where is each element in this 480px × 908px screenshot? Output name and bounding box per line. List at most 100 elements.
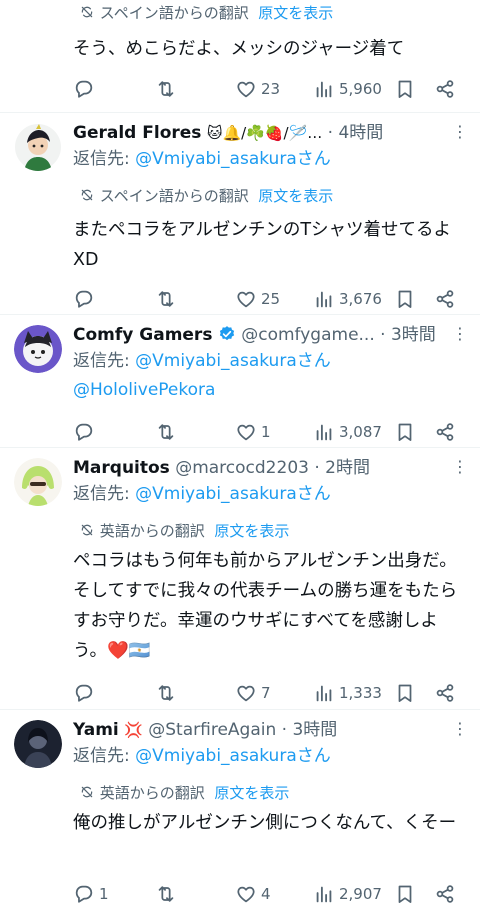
timestamp[interactable]: 3時間 [292, 720, 337, 740]
views-icon [313, 421, 335, 443]
tweet-actions: 1 4 2,907 [73, 880, 468, 908]
like-icon [235, 288, 257, 310]
tweet-text: そう、めこらだよ、メッシのジャージ着て [73, 39, 405, 59]
views-icon [313, 682, 335, 704]
like-icon [235, 682, 257, 704]
reply-to-mention[interactable]: @Vmiyabi_asakura [135, 351, 297, 371]
views-button[interactable]: 2,907 [313, 880, 382, 908]
tweet-card[interactable]: Yami 💢 @StarfireAgain · 3時間 ⋮ 返信先: @Vmiy… [0, 710, 480, 903]
timestamp[interactable]: 3時間 [391, 325, 436, 345]
views-count: 3,676 [339, 290, 382, 308]
views-count: 5,960 [339, 80, 382, 98]
more-icon[interactable]: ⋮ [452, 323, 468, 345]
views-button[interactable]: 5,960 [313, 75, 382, 103]
avatar[interactable] [14, 720, 62, 768]
retweet-button[interactable] [155, 75, 181, 103]
display-name[interactable]: Marquitos [73, 458, 170, 478]
more-icon[interactable]: ⋮ [452, 718, 468, 740]
views-button[interactable]: 3,676 [313, 285, 382, 313]
share-icon [434, 883, 456, 905]
retweet-icon [155, 288, 177, 310]
like-button[interactable]: 1 [235, 418, 271, 446]
like-button[interactable]: 25 [235, 285, 280, 313]
reply-prefix: 返信先: [73, 351, 136, 371]
tweet-card[interactable]: Gerald Flores 🐱🔔/☘️🍓/🪡… · 4時間 ⋮ 返信先: @Vm… [0, 113, 480, 315]
translation-label: 英語からの翻訳 [99, 784, 205, 802]
handle[interactable]: @StarfireAgain [148, 720, 276, 740]
reply-button[interactable]: 1 [73, 880, 109, 908]
share-button[interactable] [434, 418, 456, 446]
display-name[interactable]: Yami [73, 720, 119, 740]
share-icon [434, 288, 456, 310]
retweet-button[interactable] [155, 679, 181, 707]
tweet-card[interactable]: Comfy Gamers @comfygame... · 3時間 ⋮ 返信先: … [0, 315, 480, 448]
like-button[interactable]: 4 [235, 880, 271, 908]
tweet-actions: 1 3,087 [73, 418, 468, 446]
reply-count: 1 [99, 885, 109, 903]
share-button[interactable] [434, 880, 456, 908]
verified-badge-icon [219, 326, 234, 341]
avatar[interactable] [14, 458, 62, 506]
like-icon [235, 78, 257, 100]
tweet-text: ペコラはもう何年も前からアルゼンチン出身だ。そしてすでに我々の代表チームの勝ち運… [73, 551, 458, 661]
name-emojis: 🐱🔔/☘️🍓/🪡… [206, 124, 323, 142]
translation-row: スペイン語からの翻訳 原文を表示 [79, 2, 333, 24]
like-count: 25 [261, 290, 281, 308]
more-icon[interactable]: ⋮ [452, 121, 468, 143]
show-original-link[interactable]: 原文を表示 [214, 522, 289, 540]
reply-to-mention[interactable]: @Vmiyabi_asakura [135, 746, 297, 766]
share-button[interactable] [434, 679, 456, 707]
like-count: 1 [261, 423, 271, 441]
handle[interactable]: @marcocd2203 [175, 458, 309, 478]
reply-button[interactable] [73, 418, 99, 446]
retweet-button[interactable] [155, 880, 181, 908]
show-original-link[interactable]: 原文を表示 [258, 187, 333, 205]
translate-icon [79, 187, 95, 203]
bookmark-button[interactable] [394, 285, 416, 313]
bookmark-icon [394, 288, 416, 310]
views-count: 1,333 [339, 684, 382, 702]
handle[interactable]: @comfygame... [241, 325, 375, 345]
like-icon [235, 421, 257, 443]
reply-to-mention[interactable]: @Vmiyabi_asakura [135, 149, 297, 169]
display-name[interactable]: Comfy Gamers [73, 325, 212, 345]
tweet-actions: 23 5,960 [73, 75, 468, 103]
tweet-card[interactable]: スペイン語からの翻訳 原文を表示 そう、めこらだよ、メッシのジャージ着て 23 … [0, 0, 480, 113]
like-button[interactable]: 23 [235, 75, 280, 103]
translation-row: 英語からの翻訳 原文を表示 [79, 782, 289, 804]
reply-suffix: さん [296, 484, 331, 504]
share-button[interactable] [434, 75, 456, 103]
bookmark-button[interactable] [394, 418, 416, 446]
timestamp[interactable]: 4時間 [338, 123, 383, 143]
reply-context: 返信先: @Vmiyabi_asakuraさん [73, 482, 331, 506]
retweet-button[interactable] [155, 285, 181, 313]
views-count: 2,907 [339, 885, 382, 903]
retweet-button[interactable] [155, 418, 181, 446]
timestamp[interactable]: 2時間 [325, 458, 370, 478]
views-count: 3,087 [339, 423, 382, 441]
bookmark-button[interactable] [394, 880, 416, 908]
avatar[interactable] [14, 123, 62, 171]
reply-to-mention[interactable]: @Vmiyabi_asakura [135, 484, 297, 504]
bookmark-button[interactable] [394, 75, 416, 103]
retweet-icon [155, 682, 177, 704]
share-button[interactable] [434, 285, 456, 313]
reply-button[interactable] [73, 75, 99, 103]
views-button[interactable]: 1,333 [313, 679, 382, 707]
more-icon[interactable]: ⋮ [452, 456, 468, 478]
show-original-link[interactable]: 原文を表示 [258, 4, 333, 22]
reply-button[interactable] [73, 285, 99, 313]
show-original-link[interactable]: 原文を表示 [214, 784, 289, 802]
avatar[interactable] [14, 325, 62, 373]
retweet-icon [155, 883, 177, 905]
reply-button[interactable] [73, 679, 99, 707]
views-button[interactable]: 3,087 [313, 418, 382, 446]
tweet-card[interactable]: Marquitos @marcocd2203 · 2時間 ⋮ 返信先: @Vmi… [0, 448, 480, 710]
translate-icon [79, 522, 95, 538]
like-count: 7 [261, 684, 271, 702]
display-name[interactable]: Gerald Flores [73, 123, 201, 143]
bookmark-button[interactable] [394, 679, 416, 707]
reply-to-mention-2[interactable]: @HololivePekora [73, 380, 215, 400]
like-button[interactable]: 7 [235, 679, 271, 707]
retweet-icon [155, 78, 177, 100]
